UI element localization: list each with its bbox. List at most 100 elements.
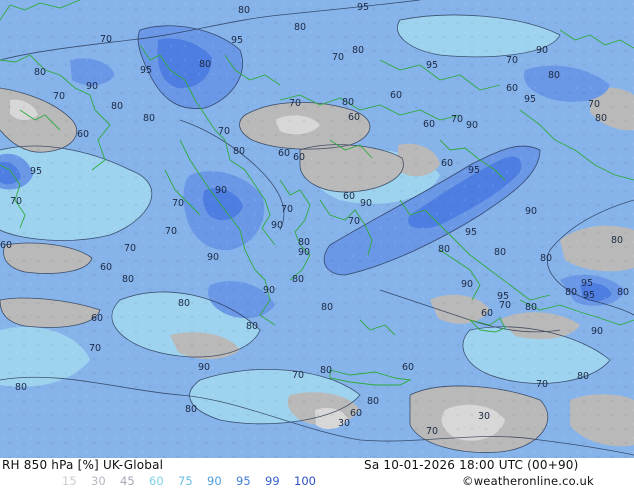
contour-label: 80 <box>34 67 46 78</box>
contour-label: 90 <box>198 362 210 373</box>
contour-label: 60 <box>293 152 305 163</box>
contour-label: 80 <box>540 253 552 264</box>
contour-label: 95 <box>231 35 243 46</box>
contour-label: 90 <box>360 198 372 209</box>
legend-level-45: 45 <box>120 474 135 488</box>
contour-label: 80 <box>321 302 333 313</box>
contour-label: 60 <box>91 313 103 324</box>
contour-label: 30 <box>338 418 350 429</box>
contour-label: 80 <box>438 244 450 255</box>
contour-label: 70 <box>536 379 548 390</box>
contour-label: 70 <box>53 91 65 102</box>
contour-label: 60 <box>278 148 290 159</box>
contour-label: 80 <box>565 287 577 298</box>
contour-label: 80 <box>352 45 364 56</box>
contour-label: 70 <box>165 226 177 237</box>
legend-level-95: 95 <box>236 474 251 488</box>
contour-label: 80 <box>525 302 537 313</box>
contour-label: 70 <box>292 370 304 381</box>
contour-label: 60 <box>423 119 435 130</box>
contour-label: 90 <box>591 326 603 337</box>
contour-label: 80 <box>185 404 197 415</box>
contour-label: 70 <box>10 196 22 207</box>
contour-label: 95 <box>468 165 480 176</box>
contour-label: 80 <box>494 247 506 258</box>
contour-label: 80 <box>233 146 245 157</box>
contour-label: 60 <box>77 129 89 140</box>
contour-label: 80 <box>199 59 211 70</box>
legend-level-99: 99 <box>265 474 280 488</box>
contour-label: 80 <box>111 101 123 112</box>
contour-label: 60 <box>343 191 355 202</box>
contour-label: 80 <box>246 321 258 332</box>
contour-label: 30 <box>478 411 490 422</box>
contour-label: 60 <box>481 308 493 319</box>
contour-label: 80 <box>595 113 607 124</box>
contour-label: 70 <box>172 198 184 209</box>
contour-label: 90 <box>263 285 275 296</box>
contour-label: 80 <box>367 396 379 407</box>
contour-label: 60 <box>348 112 360 123</box>
contour-label: 95 <box>30 166 42 177</box>
contour-label: 90 <box>86 81 98 92</box>
contour-label: 80 <box>178 298 190 309</box>
contour-label: 90 <box>525 206 537 217</box>
contour-label: 95 <box>140 65 152 76</box>
contour-label: 90 <box>466 120 478 131</box>
contour-label: 70 <box>588 99 600 110</box>
contour-label: 80 <box>548 70 560 81</box>
contour-label: 80 <box>320 365 332 376</box>
contour-label: 90 <box>271 220 283 231</box>
contour-label: 70 <box>426 426 438 437</box>
weather-map: 95 80 80 70 95 70 80 90 95 80 95 70 80 80 90 60 70 60 95 80… <box>0 0 634 458</box>
credit-link[interactable]: ©weatheronline.co.uk <box>462 474 594 488</box>
color-legend: 15 30 45 60 75 90 95 99 100 <box>62 474 323 488</box>
contour-label: 70 <box>332 52 344 63</box>
contour-label: 80 <box>611 235 623 246</box>
contour-label: 70 <box>506 55 518 66</box>
contour-label: 70 <box>348 216 360 227</box>
valid-time: Sa 10-01-2026 18:00 UTC (00+90) <box>364 458 579 472</box>
map-title: RH 850 hPa [%] UK-Global <box>2 458 164 472</box>
contour-label: 70 <box>499 300 511 311</box>
contour-label: 60 <box>441 158 453 169</box>
contour-label: 70 <box>451 114 463 125</box>
contour-label: 90 <box>207 252 219 263</box>
contour-label: 60 <box>390 90 402 101</box>
contour-label: 70 <box>100 34 112 45</box>
legend-level-90: 90 <box>207 474 222 488</box>
contour-label: 70 <box>281 204 293 215</box>
legend-level-30: 30 <box>91 474 106 488</box>
contour-label: 60 <box>0 240 12 251</box>
contour-label: 60 <box>350 408 362 419</box>
contour-label: 60 <box>506 83 518 94</box>
contour-label: 70 <box>218 126 230 137</box>
map-footer: RH 850 hPa [%] UK-Global Sa 10-01-2026 1… <box>0 458 634 490</box>
contour-label: 80 <box>15 382 27 393</box>
contour-label: 80 <box>342 97 354 108</box>
contour-label: 95 <box>583 290 595 301</box>
contour-label: 90 <box>298 247 310 258</box>
legend-level-100: 100 <box>294 474 316 488</box>
contour-label: 80 <box>238 5 250 16</box>
contour-label: 70 <box>124 243 136 254</box>
contour-label: 90 <box>215 185 227 196</box>
contour-label: 60 <box>402 362 414 373</box>
contour-label: 70 <box>289 98 301 109</box>
contour-label: 60 <box>100 262 112 273</box>
contour-label: 80 <box>577 371 589 382</box>
contour-label: 80 <box>294 22 306 33</box>
contour-label: 70 <box>89 343 101 354</box>
legend-level-15: 15 <box>62 474 77 488</box>
contour-label: 80 <box>122 274 134 285</box>
contour-label: 80 <box>292 274 304 285</box>
contour-label: 95 <box>581 278 593 289</box>
contour-label: 95 <box>357 2 369 13</box>
contour-label: 95 <box>465 227 477 238</box>
contour-label: 80 <box>143 113 155 124</box>
contour-label: 95 <box>524 94 536 105</box>
contour-label: 95 <box>426 60 438 71</box>
legend-level-60: 60 <box>149 474 164 488</box>
contour-label: 80 <box>617 287 629 298</box>
legend-level-75: 75 <box>178 474 193 488</box>
